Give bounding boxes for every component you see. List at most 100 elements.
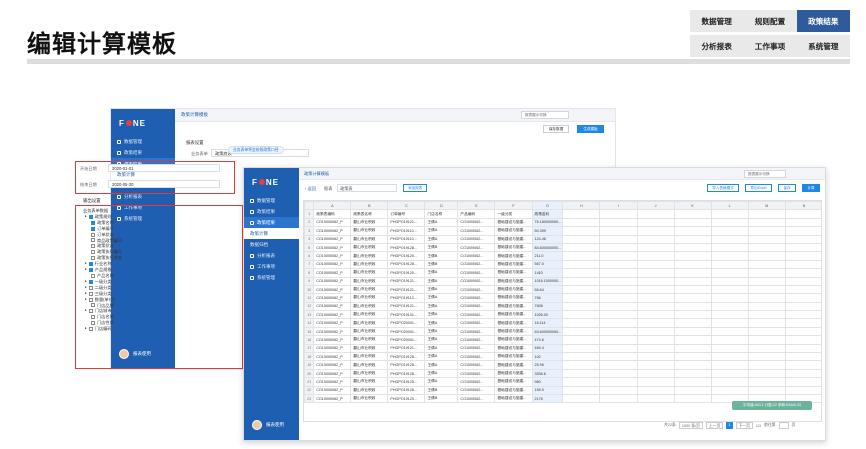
grid-cell[interactable] [673,234,712,244]
grid-cell[interactable] [636,234,675,244]
grid-cell[interactable] [784,209,821,219]
grid-cell[interactable] [562,377,601,387]
grid-cell[interactable] [636,393,675,404]
grid-cell[interactable]: 王倩A [424,343,459,354]
tree-checkbox[interactable] [91,232,95,237]
report-switch-select[interactable]: 报表展示切换 [521,111,569,119]
grid-cell[interactable]: CO10000062_P [313,377,352,387]
row-number[interactable]: 14 [304,318,315,328]
grid-cell[interactable] [747,259,786,270]
tree-checkbox[interactable] [91,315,95,320]
grid-cell[interactable] [784,242,821,253]
grid-cell[interactable]: 84.600000000... [531,242,564,253]
grid-cell[interactable]: 469.4 [531,343,564,354]
grid-cell[interactable]: 王倩A [424,276,459,286]
grid-cell[interactable] [747,293,786,303]
grid-cell[interactable] [599,293,638,303]
add-sheet-button[interactable]: 添加报表 [403,184,428,192]
tree-checkbox[interactable] [91,220,95,225]
row-number[interactable]: 17 [304,343,315,354]
grid-cell[interactable] [599,326,638,337]
grid-cell[interactable] [784,360,821,370]
grid-cell[interactable] [710,226,749,236]
grid-cell[interactable] [599,368,638,379]
grid-cell[interactable]: 王倩A [424,326,459,337]
tree-checkbox[interactable] [91,256,95,261]
grid-cell[interactable]: 基础建设与施建... [494,310,533,320]
grid-cell[interactable]: 王倩A [424,217,459,228]
grid-cell[interactable]: 基础建设与施建... [494,343,533,354]
grid-cell[interactable]: 基础建设与施建... [494,234,533,244]
grid-cell[interactable] [599,301,638,312]
grid-cell[interactable]: CO10000062_P [313,293,352,303]
grid-cell[interactable]: 翻山市业积政 [350,226,389,236]
row-number[interactable]: 9 [304,276,315,286]
tab-policy-template[interactable]: 政策计算模板 [181,112,208,118]
grid-cell[interactable] [562,234,601,244]
grid-cell[interactable]: 基础建设与施建... [494,360,533,370]
row-number[interactable]: 16 [304,335,315,345]
grid-cell[interactable]: 王倩A [424,301,459,312]
grid-cell[interactable] [710,259,749,270]
grid-cell[interactable] [710,293,749,303]
grid-cell[interactable] [747,251,786,261]
grid-cell[interactable] [784,301,821,312]
grid-cell[interactable]: 翻山市业积政 [350,326,389,337]
grid-cell[interactable]: 基础建设与施建... [494,251,533,261]
tab-policy-template[interactable]: 政策计算模板 [304,171,329,177]
grid-cell[interactable] [784,293,821,303]
grid-cell[interactable]: 订单编号 [387,209,426,219]
grid-cell[interactable] [599,377,638,387]
row-number[interactable]: 10 [304,284,315,295]
tree-checkbox[interactable] [91,273,95,278]
column-header[interactable]: D [424,201,459,211]
grid-cell[interactable] [636,368,675,379]
sidebar-item-policy-calc[interactable]: 政策计算 [244,228,299,239]
grid-cell[interactable] [747,276,786,286]
spreadsheet-grid[interactable]: ABCDEFGHIJKLMN 1 政策表编码 政策表名称 订单编号 门店名称 产品编码 一级… [303,200,822,422]
expand-arrow-icon[interactable]: ▸ [85,326,87,332]
tree-checkbox[interactable] [88,291,93,296]
grid-cell[interactable]: 翻山市业积政 [350,251,389,261]
generate-template-button[interactable]: 生成模板 [577,125,604,133]
grid-cell[interactable] [562,226,601,236]
grid-cell[interactable] [599,352,638,362]
grid-cell[interactable] [562,343,601,354]
grid-cell[interactable] [710,377,749,387]
start-date-input[interactable]: 2020-01-01 [108,164,220,172]
grid-cell[interactable]: PHGPO20001... [387,326,426,337]
nav-system-management[interactable]: 系统管理 [797,35,850,57]
row-number[interactable]: 20 [304,368,315,379]
grid-cell[interactable]: PHGPO19113... [387,293,426,303]
column-header[interactable]: K [673,201,712,211]
grid-cell[interactable] [784,284,821,295]
grid-cell[interactable] [673,368,712,379]
tree-checkbox[interactable] [91,250,95,255]
grid-cell[interactable] [599,251,638,261]
grid-cell[interactable]: 基础建设与施建... [494,318,533,328]
grid-cell[interactable]: 王倩A [424,318,459,328]
grid-cell[interactable]: PHGPO19121... [387,301,426,312]
row-number[interactable]: 3 [304,226,315,236]
tree-checkbox[interactable] [91,303,95,308]
grid-cell[interactable] [747,343,786,354]
grid-cell[interactable]: PHGPO19128... [387,385,426,396]
grid-cell[interactable]: PHGPO19101... [387,310,426,320]
grid-cell[interactable] [710,284,749,295]
grid-cell[interactable] [747,335,786,345]
grid-cell[interactable] [673,276,712,286]
nav-work-items[interactable]: 工作事项 [743,35,796,57]
grid-cell[interactable]: PHGPO19125... [387,377,426,387]
grid-cell[interactable]: 门店名称 [424,209,459,219]
grid-cell[interactable]: PHGPO19128... [387,368,426,379]
grid-cell[interactable]: 王倩B [424,385,459,396]
grid-cell[interactable]: 474.6 [531,335,564,345]
grid-cell[interactable] [784,318,821,328]
grid-cell[interactable] [710,318,749,328]
grid-cell[interactable] [562,284,601,295]
grid-cell[interactable]: 王倩A [424,377,459,387]
grid-cell[interactable]: 基础建设与施建... [494,293,533,303]
grid-cell[interactable] [599,276,638,286]
grid-cell[interactable] [747,234,786,244]
grid-cell[interactable]: 567.0 [531,259,564,270]
